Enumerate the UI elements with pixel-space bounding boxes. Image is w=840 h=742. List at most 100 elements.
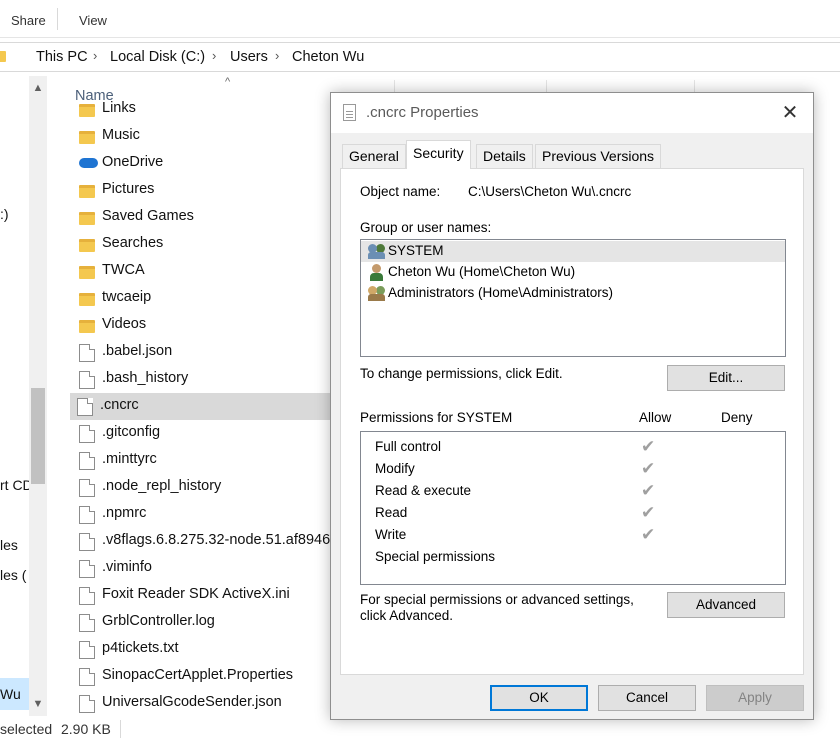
properties-dialog: .cncrc Properties ✕ General Security Det…: [330, 92, 814, 720]
admin-group-icon: [368, 285, 386, 302]
scroll-down-icon[interactable]: ▼: [31, 696, 45, 712]
apply-button[interactable]: Apply: [706, 685, 804, 711]
folder-icon: [79, 293, 95, 306]
file-row[interactable]: Foxit Reader SDK ActiveX.ini: [72, 582, 372, 609]
file-icon: [79, 452, 95, 470]
file-icon: [79, 371, 95, 389]
file-name: .cncrc: [100, 397, 139, 413]
file-row[interactable]: Searches: [72, 231, 372, 258]
folder-icon: [0, 51, 6, 62]
status-selected: selected: [0, 721, 53, 737]
advanced-hint-line-2: click Advanced.: [360, 608, 454, 623]
breadcrumb-chevron-icon[interactable]: ›: [275, 48, 279, 63]
breadcrumb-chevron-icon[interactable]: ›: [93, 48, 97, 63]
file-name: .viminfo: [102, 559, 152, 575]
file-name: TWCA: [102, 262, 145, 278]
breadcrumb-local-disk[interactable]: Local Disk (C:): [110, 49, 205, 65]
navigation-scrollbar[interactable]: ▲ ▼: [29, 76, 47, 716]
change-permissions-hint: To change permissions, click Edit.: [360, 366, 563, 381]
file-row[interactable]: .bash_history: [72, 366, 372, 393]
nav-item-files[interactable]: les: [0, 537, 18, 553]
file-row[interactable]: .v8flags.6.8.275.32-node.51.af8946b: [72, 528, 372, 555]
file-row[interactable]: Pictures: [72, 177, 372, 204]
file-name: Links: [102, 100, 136, 116]
deny-column-label: Deny: [721, 410, 753, 425]
advanced-button[interactable]: Advanced: [667, 592, 785, 618]
status-divider: [120, 720, 121, 738]
breadcrumb-users[interactable]: Users: [230, 49, 268, 65]
searches-folder-icon: [79, 239, 95, 252]
close-button[interactable]: ✕: [767, 93, 813, 133]
user-icon: [368, 264, 386, 281]
file-row[interactable]: .node_repl_history: [72, 474, 372, 501]
permission-row: Read ✔: [361, 502, 785, 524]
file-row[interactable]: Saved Games: [72, 204, 372, 231]
breadcrumb-cheton-wu[interactable]: Cheton Wu: [292, 49, 364, 65]
ribbon-tab-view[interactable]: View: [79, 13, 107, 28]
edit-button[interactable]: Edit...: [667, 365, 785, 391]
nav-item-cd[interactable]: rt CD: [0, 477, 33, 493]
file-row[interactable]: Links: [72, 96, 372, 123]
file-name: .minttyrc: [102, 451, 157, 467]
file-row[interactable]: UniversalGcodeSender.json: [72, 690, 372, 717]
user-list-item[interactable]: Cheton Wu (Home\Cheton Wu): [361, 262, 785, 283]
file-row[interactable]: .minttyrc: [72, 447, 372, 474]
cancel-button[interactable]: Cancel: [598, 685, 696, 711]
permission-row: Write ✔: [361, 524, 785, 546]
file-row[interactable]: .cncrc: [70, 393, 332, 420]
user-list-item[interactable]: Administrators (Home\Administrators): [361, 283, 785, 304]
scroll-up-icon[interactable]: ▲: [31, 80, 45, 96]
file-row[interactable]: .babel.json: [72, 339, 372, 366]
file-name: .bash_history: [102, 370, 189, 386]
file-icon: [79, 425, 95, 443]
permissions-list[interactable]: Full control ✔ Modify ✔ Read & execute ✔ Read ✔…: [360, 431, 786, 585]
saved-games-folder-icon: [79, 212, 95, 225]
file-name: SinopacCertApplet.Properties: [102, 667, 294, 683]
ribbon: Share View: [0, 0, 840, 38]
file-name: .v8flags.6.8.275.32-node.51.af8946b: [102, 532, 339, 548]
file-row[interactable]: Music: [72, 123, 372, 150]
user-list-item[interactable]: SYSTEM: [361, 241, 785, 262]
onedrive-cloud-icon: [79, 158, 98, 168]
scrollbar-thumb[interactable]: [31, 388, 45, 484]
file-row[interactable]: twcaeip: [72, 285, 372, 312]
tab-general[interactable]: General: [342, 144, 406, 168]
file-icon: [79, 344, 95, 362]
object-name-value: C:\Users\Cheton Wu\.cncrc: [468, 184, 632, 199]
allow-checkmark-icon: ✔: [641, 481, 656, 501]
dialog-titlebar[interactable]: .cncrc Properties ✕: [331, 93, 813, 133]
user-list[interactable]: SYSTEM Cheton Wu (Home\Cheton Wu) Administ…: [360, 239, 786, 357]
object-name-label: Object name:: [360, 184, 441, 199]
file-row[interactable]: TWCA: [72, 258, 372, 285]
nav-item-drive[interactable]: :): [0, 206, 9, 222]
tab-security[interactable]: Security: [406, 140, 471, 169]
file-icon: [77, 398, 93, 416]
file-row[interactable]: Videos: [72, 312, 372, 339]
address-bar[interactable]: This PC › Local Disk (C:) › Users › Chet…: [0, 42, 840, 72]
file-name: Pictures: [102, 181, 155, 197]
file-icon: [79, 614, 95, 632]
user-name: SYSTEM: [388, 243, 444, 258]
file-row[interactable]: .viminfo: [72, 555, 372, 582]
file-row[interactable]: .npmrc: [72, 501, 372, 528]
file-row[interactable]: OneDrive: [72, 150, 372, 177]
tab-previous-versions[interactable]: Previous Versions: [535, 144, 662, 168]
permission-row: Modify ✔: [361, 458, 785, 480]
file-row[interactable]: p4tickets.txt: [72, 636, 372, 663]
file-name: p4tickets.txt: [102, 640, 179, 656]
file-icon: [79, 641, 95, 659]
file-row[interactable]: GrblController.log: [72, 609, 372, 636]
nav-item-files-2[interactable]: les (: [0, 567, 26, 583]
file-row[interactable]: .gitconfig: [72, 420, 372, 447]
breadcrumb-chevron-icon[interactable]: ›: [212, 48, 216, 63]
tab-details[interactable]: Details: [476, 144, 533, 168]
file-name: .npmrc: [102, 505, 147, 521]
videos-folder-icon: [79, 320, 95, 333]
pictures-folder-icon: [79, 185, 95, 198]
nav-item-user[interactable]: Wu: [0, 686, 21, 702]
ribbon-tab-share[interactable]: Share: [11, 13, 46, 28]
breadcrumb-this-pc[interactable]: This PC: [36, 49, 88, 65]
ok-button[interactable]: OK: [490, 685, 588, 711]
file-row[interactable]: SinopacCertApplet.Properties: [72, 663, 372, 690]
folder-icon: [79, 266, 95, 279]
